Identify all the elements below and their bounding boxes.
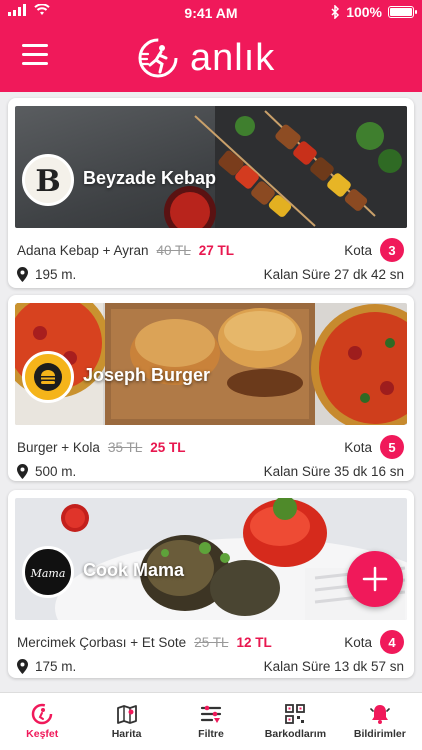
tab-filtre[interactable]: Filtre: [169, 693, 253, 750]
map-icon: [116, 705, 137, 724]
beyzade-logo: B: [22, 154, 74, 206]
bell-icon: [370, 705, 390, 724]
tab-label: Bildirimler: [353, 728, 406, 740]
quota-badge: 3: [380, 238, 404, 262]
menu-line: [22, 62, 48, 65]
deal-image: Mama Cook Mama: [15, 498, 407, 620]
quota-label: Kota: [344, 242, 372, 258]
brand-logo: anlık: [136, 36, 275, 80]
deal-info-row: Burger + Kola 35 TL 25 TL Kota 5: [17, 435, 404, 459]
kebab-photo: [15, 106, 407, 228]
quota: Kota 3: [344, 238, 404, 262]
shop-name: Beyzade Kebap: [83, 168, 217, 188]
location-pin-icon: [17, 463, 28, 479]
distance: 175 m.: [35, 658, 77, 674]
bluetooth-icon: [331, 5, 340, 19]
tab-label: Filtre: [198, 728, 224, 740]
status-right: 100%: [331, 4, 417, 20]
shop-name: Cook Mama: [83, 560, 185, 580]
runner-clock-icon: [138, 38, 178, 78]
cook-mama-logo-text: Mama: [30, 567, 66, 580]
tab-bildirimler[interactable]: Bildirimler: [338, 693, 422, 750]
tab-label: Harita: [111, 728, 142, 740]
location-pin-icon: [17, 266, 28, 282]
filter-icon: [200, 705, 222, 723]
app-header: 9:41 AM 100% anlık: [0, 0, 422, 92]
deal-title: Mercimek Çorbası + Et Sote: [17, 634, 187, 650]
joseph-burger-logo: [22, 351, 74, 403]
deal-info-row: Adana Kebap + Ayran 40 TL 27 TL Kota 3: [17, 238, 404, 262]
deal-title: Burger + Kola: [17, 439, 100, 455]
remaining-time: Kalan Süre 13 dk 57 sn: [263, 658, 404, 674]
new-price: 27 TL: [198, 242, 235, 258]
distance: 195 m.: [35, 266, 77, 282]
cook-mama-photo: [15, 498, 407, 620]
hamburger-menu-button[interactable]: [22, 44, 48, 66]
qr-code-icon: [285, 704, 306, 724]
old-price: 40 TL: [156, 242, 191, 258]
battery-percent: 100%: [346, 4, 382, 20]
quota-label: Kota: [344, 439, 372, 455]
shop-name: Joseph Burger: [83, 365, 211, 385]
tab-label: Barkodlarım: [264, 728, 327, 740]
deal-info-row: Mercimek Çorbası + Et Sote 25 TL 12 TL K…: [17, 630, 404, 654]
discover-icon: [31, 703, 53, 725]
status-bar: 9:41 AM 100%: [0, 0, 422, 26]
remaining-time: Kalan Süre 35 dk 16 sn: [263, 463, 404, 479]
menu-line: [22, 44, 48, 47]
cook-mama-logo: Mama: [22, 546, 74, 598]
quota: Kota 5: [344, 435, 404, 459]
tab-label: Keşfet: [26, 728, 59, 740]
tab-kesfet[interactable]: Keşfet: [0, 693, 84, 750]
deal-card-joseph-burger[interactable]: Joseph Burger Burger + Kola 35 TL 25 TL …: [8, 295, 414, 481]
old-price: 25 TL: [194, 634, 229, 650]
deal-card-beyzade-kebap[interactable]: B Beyzade Kebap Adana Kebap + Ayran 40 T…: [8, 98, 414, 288]
plus-icon: [362, 566, 388, 592]
deal-image: Joseph Burger: [15, 303, 407, 425]
new-price: 12 TL: [236, 634, 272, 650]
tab-barkodlarim[interactable]: Barkodlarım: [253, 693, 337, 750]
location-pin-icon: [17, 658, 28, 674]
menu-line: [22, 53, 48, 56]
quota: Kota 4: [344, 630, 404, 654]
deal-title: Adana Kebap + Ayran: [17, 242, 149, 258]
distance-row: 195 m. Kalan Süre 27 dk 42 sn: [17, 264, 404, 284]
quota-badge: 4: [380, 630, 404, 654]
distance: 500 m.: [35, 463, 77, 479]
tab-harita[interactable]: Harita: [84, 693, 168, 750]
bottom-tab-bar: Keşfet Harita Filtre Barkodlarım Bildiri…: [0, 692, 422, 750]
deal-image: B Beyzade Kebap: [15, 106, 407, 228]
quota-badge: 5: [380, 435, 404, 459]
old-price: 35 TL: [107, 439, 143, 455]
brand-name: anlık: [190, 37, 276, 79]
distance-row: 500 m. Kalan Süre 35 dk 16 sn: [17, 461, 404, 481]
battery-icon: [388, 6, 417, 18]
distance-row: 175 m. Kalan Süre 13 dk 57 sn: [17, 656, 404, 676]
burger-photo: [15, 303, 407, 425]
quota-label: Kota: [344, 634, 372, 650]
remaining-time: Kalan Süre 27 dk 42 sn: [263, 266, 404, 282]
add-button[interactable]: [347, 551, 403, 607]
new-price: 25 TL: [150, 439, 186, 455]
beyzade-logo-letter: B: [35, 164, 60, 199]
